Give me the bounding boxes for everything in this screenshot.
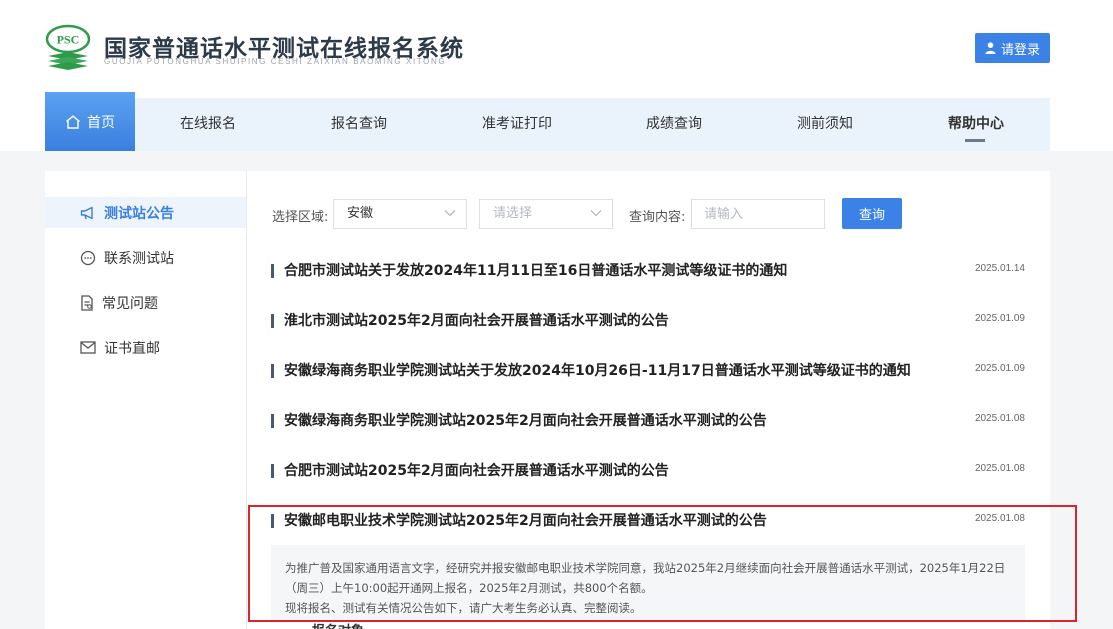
query-input[interactable] (691, 199, 825, 229)
nav-registration-query[interactable]: 报名查询 (331, 98, 387, 151)
notice-bar (271, 464, 274, 478)
notice-bar (271, 314, 274, 328)
mail-icon (80, 341, 96, 354)
notice-row[interactable]: 合肥市测试站关于发放2024年11月11日至16日普通话水平测试等级证书的通知 … (271, 260, 1025, 282)
notice-date: 2025.01.08 (974, 413, 1025, 424)
sub-region-select[interactable]: 请选择 (479, 199, 613, 229)
sidebar-item-label: 测试站公告 (104, 205, 174, 222)
notice-date: 2025.01.14 (974, 263, 1025, 274)
login-label: 请登录 (1000, 42, 1040, 58)
notice-date: 2025.01.08 (974, 463, 1025, 474)
excerpt-line: 为推广普及国家通用语言文字，经研究并报安徽邮电职业技术学院同意，我站2025年2… (285, 561, 1006, 575)
query-label: 查询内容: (629, 210, 686, 225)
sidebar-item-label: 常见问题 (102, 295, 158, 312)
excerpt-line: 现将报名、测试有关情况公告如下，请广大考生务必认真、完整阅读。 (285, 601, 642, 615)
nav-admission-ticket[interactable]: 准考证打印 (482, 98, 552, 151)
nav-score-query[interactable]: 成绩查询 (646, 98, 702, 151)
region-select[interactable]: 安徽 (333, 199, 467, 229)
sidebar-item-label: 联系测试站 (104, 250, 174, 267)
notice-title[interactable]: 淮北市测试站2025年2月面向社会开展普通话水平测试的公告 (284, 310, 669, 330)
nav-pre-test-notes[interactable]: 测前须知 (797, 98, 853, 151)
sidebar-item-label: 证书直邮 (104, 340, 160, 357)
user-icon (985, 42, 996, 54)
nav-home-label: 首页 (87, 114, 115, 131)
psc-logo-icon: PSC (45, 24, 91, 70)
region-select-value: 安徽 (347, 206, 374, 221)
notice-excerpt: 为推广普及国家通用语言文字，经研究并报安徽邮电职业技术学院同意，我站2025年2… (271, 545, 1025, 621)
notice-title[interactable]: 安徽绿海商务职业学院测试站2025年2月面向社会开展普通话水平测试的公告 (284, 410, 767, 430)
notice-bar (271, 364, 274, 378)
notice-date: 2025.01.09 (974, 363, 1025, 374)
sidebar-item-faq[interactable]: 常见问题 (45, 287, 246, 318)
sidebar: 测试站公告 联系测试站 常见问题 证书直邮 (45, 171, 247, 629)
region-label: 选择区域: (272, 210, 329, 225)
main-nav: 首页 在线报名 报名查询 准考证打印 成绩查询 测前须知 帮助中心 (45, 92, 1050, 151)
nav-online-registration[interactable]: 在线报名 (180, 98, 236, 151)
login-button[interactable]: 请登录 (975, 33, 1050, 63)
notice-title[interactable]: 安徽绿海商务职业学院测试站关于发放2024年10月26日-11月17日普通话水平… (284, 360, 911, 380)
home-icon (66, 114, 80, 129)
site-subtitle: GUOJIA PUTONGHUA SHUIPING CESHI ZAIXIAN … (104, 57, 447, 66)
excerpt-line: （周三）上午10:00起开通网上报名，2025年2月测试，共800个名额。 (285, 581, 653, 595)
notice-bar (271, 414, 274, 428)
notice-row[interactable]: 安徽绿海商务职业学院测试站2025年2月面向社会开展普通话水平测试的公告 202… (271, 410, 1025, 432)
chevron-down-icon (444, 210, 456, 217)
sidebar-item-certificate-mail[interactable]: 证书直邮 (45, 332, 246, 363)
notice-date: 2025.01.09 (974, 313, 1025, 324)
notice-title[interactable]: 安徽邮电职业技术学院测试站2025年2月面向社会开展普通话水平测试的公告 (284, 510, 767, 530)
chat-icon (80, 250, 96, 265)
sidebar-item-contact-station[interactable]: 联系测试站 (45, 242, 246, 273)
notice-row[interactable]: 安徽绿海商务职业学院测试站关于发放2024年10月26日-11月17日普通话水平… (271, 360, 1025, 382)
notice-row[interactable]: 合肥市测试站2025年2月面向社会开展普通话水平测试的公告 2025.01.08 (271, 460, 1025, 482)
query-button[interactable]: 查询 (842, 198, 902, 229)
notice-bar (271, 264, 274, 278)
chevron-down-icon (590, 210, 602, 217)
section-heading: 一、报名对象 (286, 620, 364, 629)
sidebar-item-station-notices[interactable]: 测试站公告 (45, 197, 246, 228)
notice-date: 2025.01.08 (974, 513, 1025, 524)
logo-text: PSC (57, 33, 80, 47)
notice-row-expanded[interactable]: 安徽邮电职业技术学院测试站2025年2月面向社会开展普通话水平测试的公告 202… (271, 510, 1025, 532)
notice-row[interactable]: 淮北市测试站2025年2月面向社会开展普通话水平测试的公告 2025.01.09 (271, 310, 1025, 332)
nav-home[interactable]: 首页 (45, 92, 135, 151)
nav-help-center[interactable]: 帮助中心 (948, 98, 1004, 151)
notice-title[interactable]: 合肥市测试站2025年2月面向社会开展普通话水平测试的公告 (284, 460, 669, 480)
document-icon (81, 294, 93, 311)
megaphone-icon (80, 206, 93, 219)
notice-title[interactable]: 合肥市测试站关于发放2024年11月11日至16日普通话水平测试等级证书的通知 (284, 260, 787, 280)
nav-active-indicator (965, 139, 985, 142)
notice-bar (271, 514, 274, 528)
sub-region-placeholder: 请选择 (493, 206, 533, 221)
